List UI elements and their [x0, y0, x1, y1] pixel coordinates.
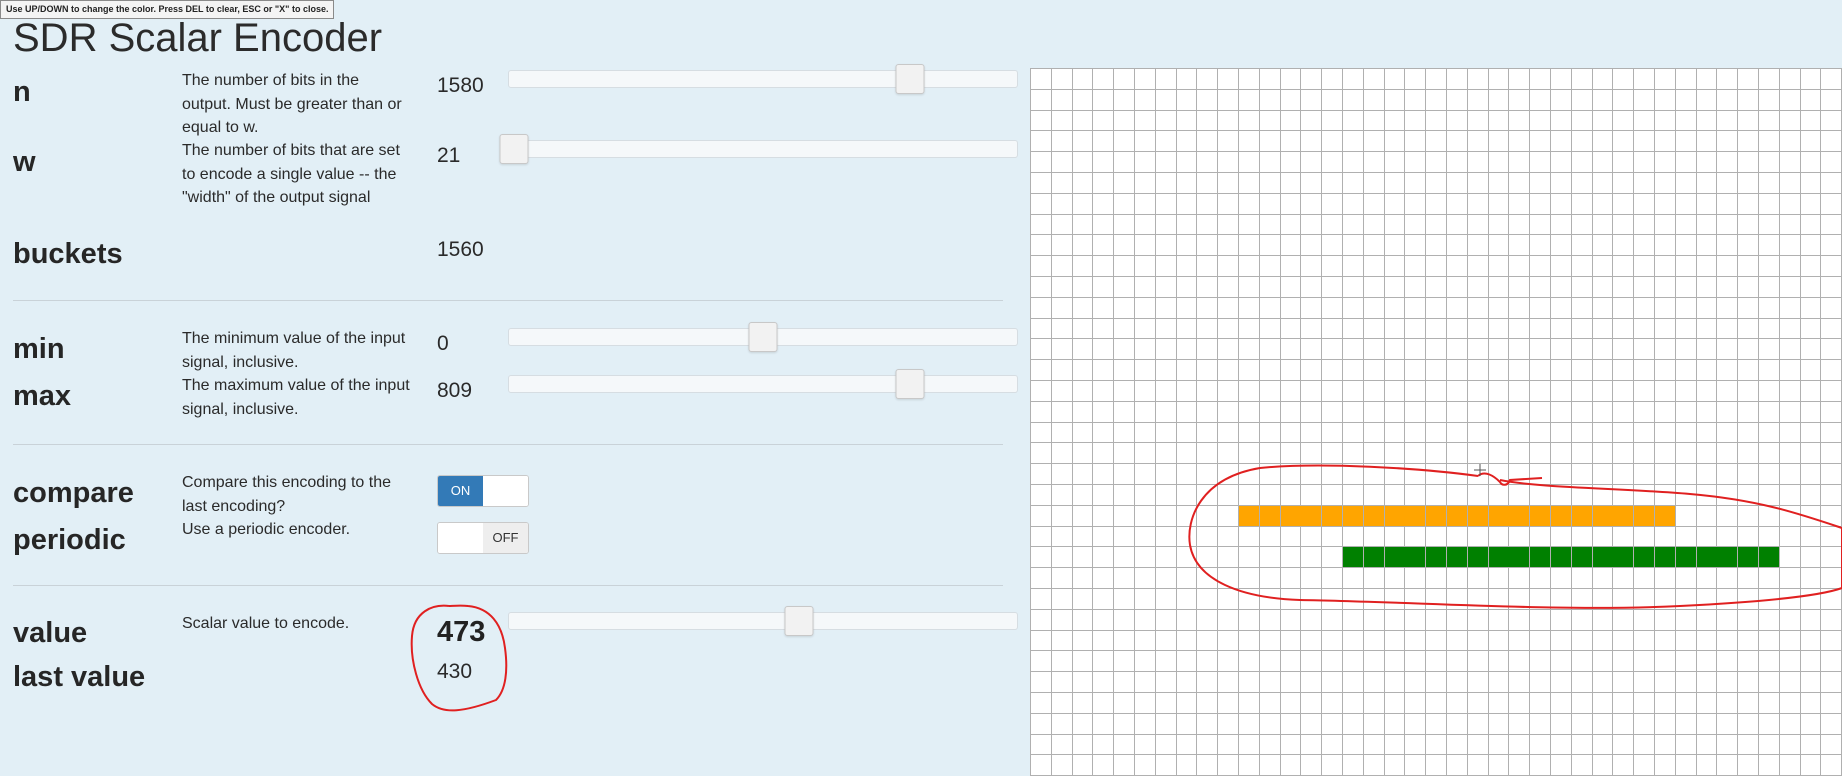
compare-toggle-on: ON	[438, 476, 483, 506]
min-value: 0	[437, 332, 449, 355]
sdr-grid-canvas	[1030, 68, 1842, 776]
page-title: SDR Scalar Encoder	[13, 16, 383, 60]
current-encoding-bit	[1655, 547, 1675, 567]
current-encoding-bit	[1405, 547, 1425, 567]
periodic-label: periodic	[13, 524, 126, 556]
last-encoding-bit	[1447, 506, 1467, 526]
n-label: n	[13, 76, 31, 108]
last-encoding-bit	[1239, 506, 1259, 526]
last-encoding-bit	[1530, 506, 1550, 526]
w-slider-thumb[interactable]	[499, 134, 529, 164]
grid-lines	[1030, 68, 1842, 776]
buckets-label: buckets	[13, 238, 123, 270]
last-encoding-bit	[1426, 506, 1446, 526]
current-encoding-bit	[1447, 547, 1467, 567]
current-encoding-bit	[1530, 547, 1550, 567]
max-description: The maximum value of the input signal, i…	[182, 377, 410, 418]
current-encoding-bit	[1697, 547, 1717, 567]
current-encoding-bit	[1489, 547, 1509, 567]
current-encoding-bit	[1343, 547, 1363, 567]
compare-toggle[interactable]: ON	[437, 475, 529, 507]
w-slider[interactable]	[499, 134, 1018, 164]
last-encoding-bit	[1572, 506, 1592, 526]
n-slider[interactable]	[508, 64, 1018, 94]
last-encoding-bit	[1655, 506, 1675, 526]
last-encoding-bit	[1593, 506, 1613, 526]
current-encoding-bit	[1634, 547, 1654, 567]
last-encoding-bit	[1364, 506, 1384, 526]
current-encoding-bit	[1364, 547, 1384, 567]
current-encoding-bit	[1509, 547, 1529, 567]
last-encoding-bit	[1405, 506, 1425, 526]
n-description: The number of bits in the output. Must b…	[182, 72, 402, 136]
value-slider-thumb[interactable]	[784, 606, 814, 636]
last-encoding-bit	[1301, 506, 1321, 526]
min-slider[interactable]	[508, 322, 1018, 352]
last-encoding-bit	[1468, 506, 1488, 526]
last-encoding-bit	[1281, 506, 1301, 526]
current-encoding-bit	[1759, 547, 1779, 567]
value-readout: 473	[437, 616, 486, 648]
min-description: The minimum value of the input signal, i…	[182, 330, 406, 371]
w-description: The number of bits that are set to encod…	[182, 142, 400, 206]
current-encoding-bit	[1613, 547, 1633, 567]
current-encoding-bit	[1738, 547, 1758, 567]
compare-label: compare	[13, 477, 134, 509]
last-encoding-bit	[1509, 506, 1529, 526]
periodic-toggle-knob[interactable]	[438, 523, 483, 553]
max-label: max	[13, 380, 72, 412]
last-encoding-bit	[1343, 506, 1363, 526]
value-description: Scalar value to encode.	[182, 615, 350, 632]
compare-toggle-knob[interactable]	[483, 476, 528, 506]
current-encoding-bit	[1551, 547, 1571, 567]
current-encoding-bit	[1676, 547, 1696, 567]
min-label: min	[13, 333, 65, 365]
n-value: 1580	[437, 74, 484, 97]
periodic-toggle-off: OFF	[483, 523, 528, 553]
periodic-toggle[interactable]: OFF	[437, 522, 529, 554]
divider	[13, 585, 1003, 586]
last-encoding-bit	[1613, 506, 1633, 526]
n-slider-thumb[interactable]	[895, 64, 925, 94]
last-encoding-bit	[1551, 506, 1571, 526]
max-value: 809	[437, 379, 473, 402]
current-encoding-bit	[1572, 547, 1592, 567]
max-slider[interactable]	[508, 369, 1018, 399]
value-slider[interactable]	[508, 606, 1018, 636]
value-label: value	[13, 617, 88, 649]
last-encoding-bit	[1489, 506, 1509, 526]
current-encoding-bit	[1385, 547, 1405, 567]
current-encoding-bit	[1426, 547, 1446, 567]
w-value: 21	[437, 144, 461, 167]
last-encoding-bit	[1260, 506, 1280, 526]
last-encoding-bit	[1634, 506, 1654, 526]
buckets-value: 1560	[437, 238, 484, 261]
last-encoding-bit	[1385, 506, 1405, 526]
periodic-description: Use a periodic encoder.	[182, 521, 351, 538]
current-encoding-bit	[1717, 547, 1737, 567]
w-label: w	[13, 146, 36, 178]
divider	[13, 444, 1003, 445]
sdr-grid	[1030, 68, 1842, 776]
compare-description: Compare this encoding to the last encodi…	[182, 474, 392, 515]
divider	[13, 300, 1003, 301]
last-value-label: last value	[13, 661, 146, 693]
max-slider-thumb[interactable]	[895, 369, 925, 399]
current-encoding-bit	[1468, 547, 1488, 567]
last-value-readout: 430	[437, 660, 473, 683]
min-slider-thumb[interactable]	[748, 322, 778, 352]
last-encoding-bit	[1322, 506, 1342, 526]
current-encoding-bit	[1593, 547, 1613, 567]
